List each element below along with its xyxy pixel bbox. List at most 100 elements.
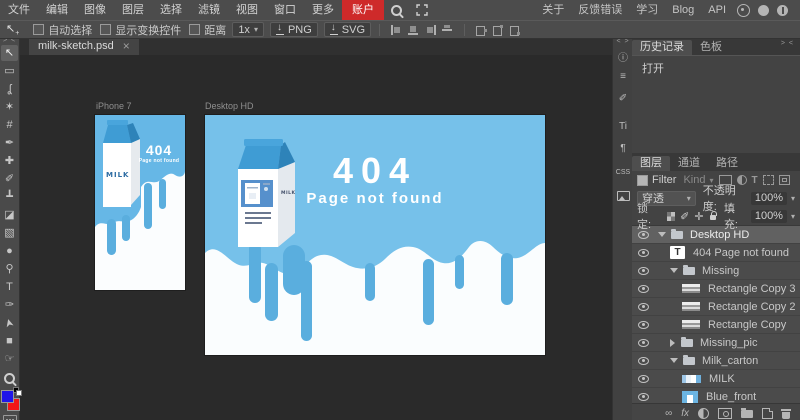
blur-tool[interactable]: ● (1, 243, 18, 259)
collapse-group-icon[interactable] (670, 268, 678, 273)
lasso-tool[interactable]: ʆ (1, 81, 18, 97)
opacity-value[interactable]: 100% (751, 192, 787, 205)
pen-tool[interactable]: ✑ (1, 297, 18, 313)
path-select-tool[interactable]: ➤ (1, 315, 18, 331)
lock-transparency-icon[interactable] (667, 212, 675, 221)
css-panel-icon[interactable]: CSS (613, 169, 633, 176)
dodge-tool[interactable]: ⚲ (1, 261, 18, 277)
brush-panel-icon[interactable]: ✐ (613, 93, 633, 104)
move-tool[interactable]: ↖ (1, 45, 18, 61)
artboard-label-desktop[interactable]: Desktop HD (205, 101, 254, 111)
delete-layer-button[interactable] (782, 412, 790, 419)
distribute-left-icon[interactable] (476, 25, 487, 35)
search-icon[interactable] (391, 5, 402, 16)
canvas-area[interactable]: iPhone 7 MILK (19, 55, 612, 420)
gradient-tool[interactable]: ▧ (1, 225, 18, 241)
filter-image-icon[interactable] (719, 175, 732, 185)
layer-effects-button[interactable]: fx (681, 408, 689, 419)
type-tool[interactable]: T (1, 279, 18, 295)
brush-tool[interactable]: ✐ (1, 171, 18, 187)
filter-smartobject-icon[interactable] (779, 175, 790, 185)
healing-brush-tool[interactable]: ✚ (1, 153, 18, 169)
twitter-icon[interactable] (758, 5, 769, 16)
quick-mask-icon[interactable] (3, 415, 17, 420)
link-about[interactable]: 关于 (535, 0, 571, 20)
filter-adjustment-icon[interactable] (737, 175, 747, 185)
menu-select[interactable]: 选择 (152, 0, 190, 20)
layer-row-milk-carton[interactable]: Milk_carton (632, 352, 800, 370)
menu-edit[interactable]: 编辑 (38, 0, 76, 20)
panel-collapse-icon[interactable]: > < (781, 40, 794, 47)
facebook-icon[interactable] (777, 5, 788, 16)
info-panel-icon[interactable]: ⓘ (613, 49, 633, 64)
link-feedback[interactable]: 反馈错误 (571, 0, 629, 20)
artboard-label-iphone[interactable]: iPhone 7 (96, 101, 132, 111)
layer-row-blue-front[interactable]: Blue_front (632, 388, 800, 403)
add-adjustment-button[interactable] (698, 408, 709, 419)
document-tab[interactable]: milk-sketch.psd × (29, 37, 139, 55)
layer-row-missing-pic[interactable]: Missing_pic (632, 334, 800, 352)
add-mask-button[interactable] (718, 408, 732, 419)
visibility-toggle[interactable] (638, 249, 658, 257)
align-right-icon[interactable] (425, 25, 436, 35)
menu-image[interactable]: 图像 (76, 0, 114, 20)
visibility-toggle[interactable] (638, 357, 658, 365)
lock-all-icon[interactable] (710, 215, 716, 220)
character-panel-icon[interactable]: Ti (613, 121, 633, 132)
new-layer-button[interactable] (762, 408, 773, 419)
zoom-tool[interactable] (1, 369, 18, 385)
visibility-toggle[interactable] (638, 339, 658, 347)
visibility-toggle[interactable] (638, 321, 658, 329)
menu-window[interactable]: 窗口 (266, 0, 304, 20)
default-colors-icon[interactable] (16, 390, 22, 396)
menu-layer[interactable]: 图层 (114, 0, 152, 20)
marquee-tool[interactable]: ▭ (1, 63, 18, 79)
tab-swatches[interactable]: 色板 (692, 40, 730, 55)
history-entry-open[interactable]: 打开 (632, 56, 800, 76)
align-bottom-icon[interactable] (408, 25, 419, 35)
lock-paint-icon[interactable]: ✐ (680, 210, 689, 223)
close-icon[interactable]: × (123, 39, 130, 53)
align-left-icon[interactable] (391, 25, 402, 35)
layer-row-404-text[interactable]: T 404 Page not found (632, 244, 800, 262)
export-scale-dropdown[interactable]: 1x ▾ (232, 22, 264, 37)
visibility-toggle[interactable] (638, 285, 658, 293)
menu-filter[interactable]: 滤镜 (190, 0, 228, 20)
link-blog[interactable]: Blog (665, 0, 701, 20)
fullscreen-icon[interactable] (416, 4, 428, 16)
strip-collapse[interactable]: < > (613, 38, 633, 46)
link-layers-button[interactable]: ∞ (665, 408, 672, 419)
menu-more[interactable]: 更多 (304, 0, 342, 20)
visibility-toggle[interactable] (638, 375, 658, 383)
layer-row-rectangle-copy[interactable]: Rectangle Copy (632, 316, 800, 334)
distances-checkbox[interactable] (189, 24, 200, 35)
visibility-toggle[interactable] (638, 231, 658, 239)
paragraph-panel-icon[interactable]: ¶ (613, 143, 633, 154)
eyedropper-tool[interactable]: ✒ (1, 135, 18, 151)
export-png-button[interactable]: PNG (270, 22, 318, 37)
tab-channels[interactable]: 通道 (670, 156, 708, 171)
layer-row-missing[interactable]: Missing (632, 262, 800, 280)
menu-file[interactable]: 文件 (0, 0, 38, 20)
visibility-toggle[interactable] (638, 393, 658, 401)
layer-row-desktop-hd[interactable]: Desktop HD (632, 226, 800, 244)
export-svg-button[interactable]: SVG (324, 22, 371, 37)
image-panel-icon[interactable] (617, 191, 630, 201)
link-learn[interactable]: 学习 (629, 0, 665, 20)
chevron-down-icon[interactable]: ▾ (791, 212, 795, 221)
show-transform-checkbox[interactable] (100, 24, 111, 35)
filter-shape-icon[interactable] (763, 175, 774, 185)
expand-group-icon[interactable] (670, 339, 675, 347)
clone-stamp-tool[interactable]: ┻ (1, 189, 18, 205)
filter-checkbox[interactable] (637, 175, 648, 186)
chevron-down-icon[interactable]: ▾ (791, 194, 795, 203)
collapse-group-icon[interactable] (658, 232, 666, 237)
reddit-icon[interactable] (737, 4, 750, 17)
tab-layers[interactable]: 图层 (632, 156, 670, 171)
menu-account[interactable]: 账户 (342, 0, 384, 20)
adjustments-panel-icon[interactable]: ≡ (613, 71, 633, 82)
link-api[interactable]: API (701, 0, 733, 20)
collapse-group-icon[interactable] (670, 358, 678, 363)
distribute-right-icon[interactable] (510, 25, 521, 35)
artboard-iphone[interactable]: MILK 404 Page not found (95, 115, 185, 290)
